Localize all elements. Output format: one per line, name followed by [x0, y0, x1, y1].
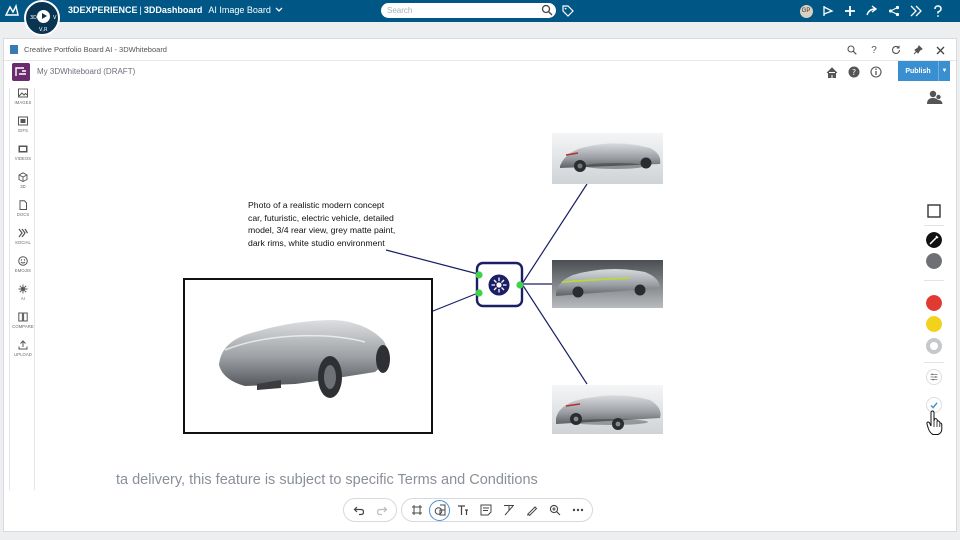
prompt-port[interactable]	[475, 271, 483, 279]
text-icon	[457, 505, 468, 515]
prompt-note[interactable]: Photo of a realistic modern concept car,…	[248, 199, 398, 249]
more-icon	[572, 508, 583, 512]
zoom-icon	[549, 504, 560, 516]
play-icon	[37, 10, 50, 23]
compass-button[interactable]: 3D V V,R	[24, 0, 60, 36]
custom-color-icon[interactable]	[926, 338, 942, 354]
undo-icon	[353, 506, 364, 516]
input-image-frame[interactable]	[183, 278, 433, 434]
text-tool-button[interactable]	[452, 500, 473, 521]
output-port[interactable]	[516, 281, 524, 289]
zoom-tool-button[interactable]	[544, 500, 565, 521]
frame-icon	[411, 505, 422, 515]
generated-image-1[interactable]	[552, 133, 663, 184]
more-tools-button[interactable]	[567, 500, 588, 521]
pen-icon	[526, 506, 537, 516]
image-port[interactable]	[475, 289, 483, 297]
color-yellow[interactable]	[926, 316, 942, 332]
shapes-tool-button[interactable]	[429, 499, 450, 521]
color-red[interactable]	[926, 295, 942, 311]
palette-divider	[924, 280, 944, 281]
shapes-icon	[434, 504, 445, 516]
redo-button[interactable]	[371, 500, 392, 521]
palette-divider	[924, 225, 944, 226]
pen-tool-button[interactable]	[521, 500, 542, 521]
input-car-render	[219, 320, 390, 398]
generated-image-2[interactable]	[552, 260, 663, 308]
shape-square-icon[interactable]	[926, 203, 942, 219]
color-grey[interactable]	[926, 253, 942, 269]
connector-icon	[503, 505, 514, 516]
undo-button[interactable]	[348, 500, 369, 521]
frame-tool-button[interactable]	[406, 500, 427, 521]
bottom-toolbar	[343, 497, 597, 523]
ai-generator-node[interactable]	[475, 261, 524, 308]
color-black-selected[interactable]	[926, 232, 942, 248]
sticky-note-icon	[480, 504, 491, 516]
hand-cursor-icon	[926, 410, 943, 435]
prompt-connector[interactable]	[385, 249, 479, 275]
palette-divider	[924, 362, 944, 363]
settings-sliders-icon[interactable]	[926, 369, 942, 385]
history-group	[343, 498, 397, 522]
generated-image-3[interactable]	[552, 385, 663, 434]
terms-notice: ta delivery, this feature is subject to …	[116, 472, 538, 488]
redo-icon	[376, 506, 387, 516]
sticky-note-button[interactable]	[475, 500, 496, 521]
tools-group	[401, 498, 593, 522]
whiteboard-canvas	[385, 133, 663, 434]
connector-tool-button[interactable]	[498, 500, 519, 521]
